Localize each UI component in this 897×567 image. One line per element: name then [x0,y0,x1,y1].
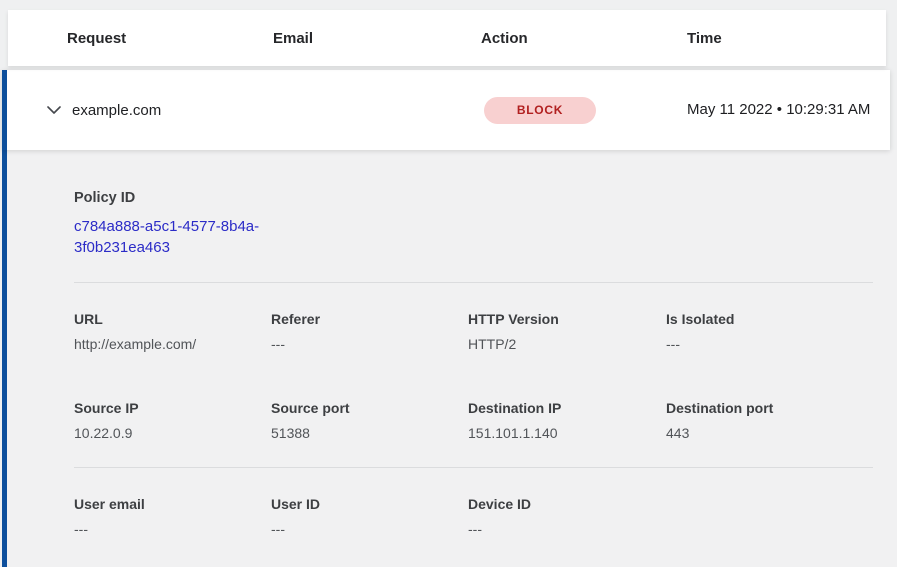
field-label: HTTP Version [468,311,666,327]
column-header-action: Action [481,30,687,47]
field-label: User email [74,496,271,512]
field-device-id: Device ID --- [468,496,666,537]
action-cell: BLOCK [481,97,687,124]
field-value: --- [468,521,666,537]
field-url: URL http://example.com/ [74,311,271,352]
field-http-version: HTTP Version HTTP/2 [468,311,666,352]
field-value: --- [271,521,468,537]
policy-id-block: Policy ID c784a888-a5c1-4577-8b4a-3f0b23… [74,190,873,258]
table-header: Request Email Action Time [8,10,886,66]
collapse-row-button[interactable] [42,98,66,122]
request-cell: example.com [7,98,273,122]
spacer [74,352,873,400]
field-source-port: Source port 51388 [271,400,468,441]
field-value: --- [271,336,468,352]
request-fields-row-1: URL http://example.com/ Referer --- HTTP… [74,311,873,352]
field-label: Source port [271,400,468,416]
field-value: 443 [666,425,873,441]
field-value: HTTP/2 [468,336,666,352]
request-fields-row-2: Source IP 10.22.0.9 Source port 51388 De… [74,400,873,441]
field-value: 151.101.1.140 [468,425,666,441]
request-hostname: example.com [72,102,161,119]
field-label: Device ID [468,496,666,512]
field-destination-ip: Destination IP 151.101.1.140 [468,400,666,441]
field-label: User ID [271,496,468,512]
field-value: --- [666,336,873,352]
field-label: Is Isolated [666,311,873,327]
request-time: May 11 2022 • 10:29:31 AM [687,98,877,122]
field-destination-port: Destination port 443 [666,400,873,441]
field-referer: Referer --- [271,311,468,352]
field-user-id: User ID --- [271,496,468,537]
field-value: http://example.com/ [74,336,271,352]
block-status-badge: BLOCK [484,97,596,124]
chevron-down-icon [47,103,61,118]
field-label: Destination port [666,400,873,416]
field-is-isolated: Is Isolated --- [666,311,873,352]
policy-id-label: Policy ID [74,190,873,206]
field-empty [666,496,873,537]
field-value: --- [74,521,271,537]
field-value: 10.22.0.9 [74,425,271,441]
request-fields-row-3: User email --- User ID --- Device ID --- [74,496,873,537]
field-label: Source IP [74,400,271,416]
field-label: Referer [271,311,468,327]
row-details-panel: Policy ID c784a888-a5c1-4577-8b4a-3f0b23… [2,150,897,567]
column-header-request: Request [67,30,273,47]
policy-id-link[interactable]: c784a888-a5c1-4577-8b4a-3f0b231ea463 [74,216,286,258]
column-header-email: Email [273,30,481,47]
field-value: 51388 [271,425,468,441]
table-row[interactable]: example.com BLOCK May 11 2022 • 10:29:31… [2,70,890,150]
divider [74,467,873,468]
column-header-time: Time [687,30,886,47]
field-label: URL [74,311,271,327]
field-label: Destination IP [468,400,666,416]
field-user-email: User email --- [74,496,271,537]
field-source-ip: Source IP 10.22.0.9 [74,400,271,441]
divider [74,282,873,283]
